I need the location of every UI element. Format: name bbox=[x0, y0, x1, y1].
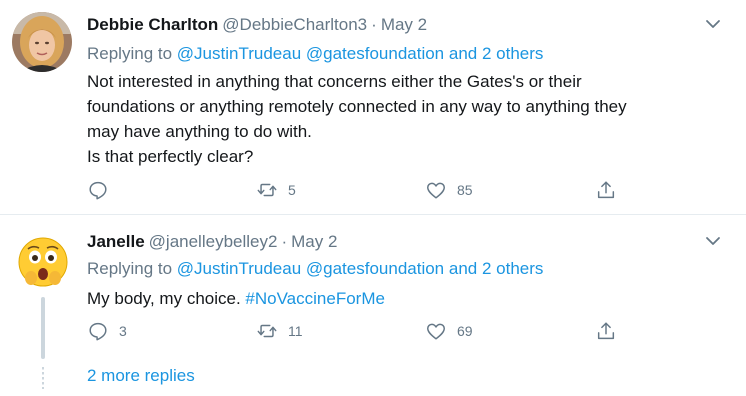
others-link[interactable]: 2 others bbox=[482, 44, 543, 63]
retweet-icon bbox=[257, 324, 277, 338]
tweet-menu-button[interactable] bbox=[703, 231, 723, 251]
separator-dot: · bbox=[281, 232, 288, 251]
replying-to: Replying to @JustinTrudeau @gatesfoundat… bbox=[87, 258, 543, 280]
tweet-text: Not interested in anything that concerns… bbox=[87, 69, 727, 169]
tweet-menu-button[interactable] bbox=[703, 14, 723, 34]
display-name[interactable]: Debbie Charlton bbox=[87, 15, 218, 34]
like-button[interactable]: 69 bbox=[425, 319, 473, 343]
retweet-count: 11 bbox=[288, 323, 303, 339]
reply-button[interactable] bbox=[87, 178, 119, 202]
mention-link[interactable]: @JustinTrudeau bbox=[177, 259, 301, 278]
tweet-text-line: My body, my choice. #NoVaccineForMe bbox=[87, 286, 727, 311]
retweet-button[interactable]: 11 bbox=[256, 319, 303, 343]
tweet-text-line: Is that perfectly clear? bbox=[87, 147, 254, 166]
mention-link[interactable]: @JustinTrudeau bbox=[177, 44, 301, 63]
reply-icon bbox=[89, 181, 107, 200]
tweet-date[interactable]: May 2 bbox=[381, 15, 427, 34]
like-icon bbox=[427, 182, 445, 199]
hashtag-link[interactable]: #NoVaccineForMe bbox=[245, 289, 385, 308]
share-icon bbox=[597, 181, 615, 199]
avatar-debbie-charlton[interactable] bbox=[12, 12, 72, 72]
chevron-down-icon bbox=[706, 20, 720, 28]
retweet-button[interactable]: 5 bbox=[256, 178, 296, 202]
tweet-text-line: Not interested in anything that concerns… bbox=[87, 72, 582, 91]
reply-button[interactable]: 3 bbox=[87, 319, 127, 343]
tweet-date[interactable]: May 2 bbox=[291, 232, 337, 251]
replying-prefix: Replying to bbox=[87, 44, 173, 63]
shocked-face-emoji-avatar bbox=[13, 232, 73, 292]
display-name[interactable]: Janelle bbox=[87, 232, 145, 251]
tweet-text-line: may have anything to do with. bbox=[87, 122, 312, 141]
share-button[interactable] bbox=[595, 178, 617, 202]
reply-count: 3 bbox=[119, 323, 127, 339]
thread-line bbox=[41, 297, 45, 359]
replying-to: Replying to @JustinTrudeau @gatesfoundat… bbox=[87, 43, 543, 65]
tweet-janelle[interactable]: Janelle @janelleybelley2 · May 2 Replying t… bbox=[0, 215, 746, 396]
replying-and: and bbox=[448, 259, 478, 278]
replying-and: and bbox=[448, 44, 478, 63]
tweet-text: My body, my choice. #NoVaccineForMe bbox=[87, 286, 727, 311]
tweet-debbie-charlton[interactable]: Debbie Charlton @DebbieCharlton3 · May 2 Re… bbox=[0, 0, 746, 214]
avatar-janelle[interactable] bbox=[13, 232, 73, 292]
tweet-header: Janelle @janelleybelley2 · May 2 bbox=[87, 231, 337, 253]
user-handle[interactable]: @DebbieCharlton3 bbox=[222, 15, 367, 34]
share-button[interactable] bbox=[595, 319, 617, 343]
retweet-count: 5 bbox=[288, 182, 296, 198]
retweet-icon bbox=[257, 183, 277, 197]
others-link[interactable]: 2 others bbox=[482, 259, 543, 278]
reply-icon bbox=[89, 322, 107, 341]
like-button[interactable]: 85 bbox=[425, 178, 473, 202]
woman-portrait-avatar bbox=[12, 12, 72, 72]
tweet-text-line: foundations or anything remotely connect… bbox=[87, 97, 627, 116]
chevron-down-icon bbox=[706, 237, 720, 245]
thread-dots bbox=[42, 367, 44, 389]
tweet-header: Debbie Charlton @DebbieCharlton3 · May 2 bbox=[87, 14, 427, 36]
like-count: 85 bbox=[457, 182, 473, 198]
replying-prefix: Replying to bbox=[87, 259, 173, 278]
like-count: 69 bbox=[457, 323, 473, 339]
tweet-text-plain: My body, my choice. bbox=[87, 289, 241, 308]
mention-link[interactable]: @gatesfoundation bbox=[306, 44, 444, 63]
like-icon bbox=[427, 323, 445, 340]
mention-link[interactable]: @gatesfoundation bbox=[306, 259, 444, 278]
user-handle[interactable]: @janelleybelley2 bbox=[149, 232, 278, 251]
more-replies-link[interactable]: 2 more replies bbox=[87, 365, 195, 387]
share-icon bbox=[597, 322, 615, 340]
separator-dot: · bbox=[371, 15, 377, 34]
